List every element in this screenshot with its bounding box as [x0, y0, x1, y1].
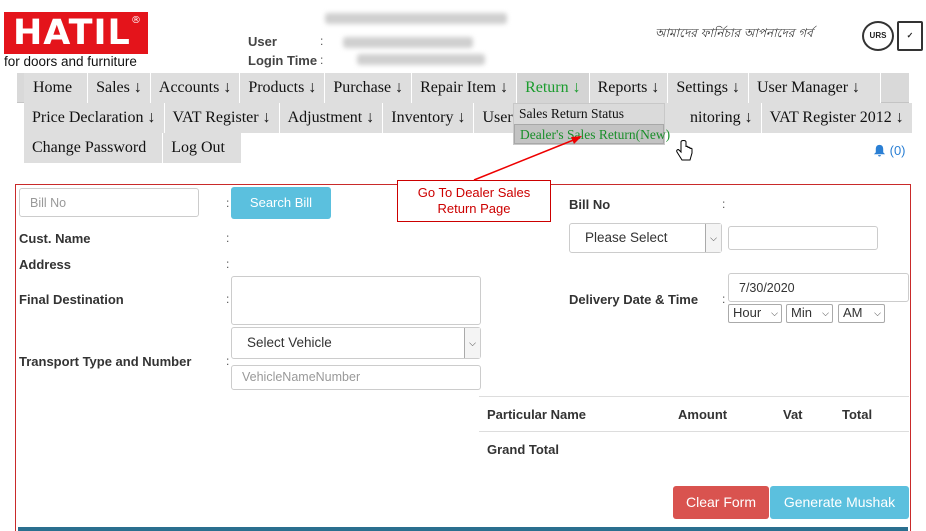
hour-select[interactable]: Hour ⌵: [728, 304, 782, 323]
chevron-down-icon: ⌵: [705, 224, 721, 252]
bottom-bar: [18, 527, 908, 531]
bill-no-right-label: Bill No: [569, 197, 611, 212]
user-colon: :: [320, 34, 324, 48]
callout-arrow: [473, 136, 582, 181]
final-destination-textarea[interactable]: [231, 276, 481, 325]
vehicle-select[interactable]: Select Vehicle ⌵: [231, 327, 481, 359]
urs-cert-icon: URS: [862, 21, 894, 51]
col-particular-name: Particular Name: [487, 407, 586, 422]
chevron-down-icon: ⌵: [874, 308, 881, 318]
col-total: Total: [842, 407, 873, 422]
table-header-divider: [479, 431, 909, 432]
cert-check: ✓: [906, 31, 914, 40]
menu-return[interactable]: Return ↓: [517, 73, 590, 103]
user-info: User: Login Time:: [248, 32, 323, 70]
menu-change-password[interactable]: Change Password: [24, 133, 164, 163]
col-vat: Vat: [783, 407, 803, 422]
bengali-tagline: আমাদের ফার্নিচার আপনাদের গর্ব: [655, 26, 813, 40]
menu-sales[interactable]: Sales ↓: [88, 73, 151, 103]
please-select-value: Please Select: [585, 230, 668, 245]
chevron-down-icon: ⌵: [771, 308, 778, 318]
bill-no-right-input[interactable]: [728, 226, 878, 250]
grand-total-label: Grand Total: [487, 442, 559, 457]
login-colon: :: [320, 53, 324, 67]
vehicle-select-value: Select Vehicle: [247, 335, 332, 350]
menu-repair-item[interactable]: Repair Item ↓: [412, 73, 518, 103]
menu-home[interactable]: Home: [24, 73, 89, 103]
menu-monitoring[interactable]: nitoring ↓: [665, 103, 762, 133]
notification-bell[interactable]: (0): [873, 143, 906, 158]
cust-name-label: Cust. Name: [19, 231, 91, 246]
menu-user-manager[interactable]: User Manager ↓: [748, 73, 882, 103]
colon-final-destination: :: [226, 292, 230, 306]
generate-mushak-button[interactable]: Generate Mushak: [770, 486, 909, 519]
ampm-select[interactable]: AM ⌵: [838, 304, 885, 323]
login-time-redacted: [357, 54, 485, 65]
menu-log-out[interactable]: Log Out: [163, 133, 242, 163]
logo-tagline: for doors and furniture: [4, 54, 137, 69]
hand-cursor-icon: [676, 140, 693, 161]
annotation-callout: Go To Dealer Sales Return Page: [397, 180, 551, 222]
address-label: Address: [19, 257, 72, 272]
colon-bill-no: :: [226, 196, 230, 210]
minute-select[interactable]: Min ⌵: [786, 304, 833, 323]
menu-row-2-right: nitoring ↓ VAT Register 2012 ↓: [665, 103, 913, 133]
transport-label: Transport Type and Number: [19, 354, 192, 369]
bell-icon: [873, 144, 886, 157]
dropdown-sales-return-status[interactable]: Sales Return Status: [514, 104, 664, 124]
delivery-date-time-label: Delivery Date & Time: [569, 292, 699, 307]
menu-row-1: Home Sales ↓ Accounts ↓ Products ↓ Purch…: [24, 73, 882, 103]
delivery-date-input[interactable]: 7/30/2020: [728, 273, 909, 302]
colon-address: :: [226, 257, 230, 271]
colon-delivery: :: [722, 292, 726, 306]
col-amount: Amount: [678, 407, 728, 422]
ampm-value: AM: [843, 305, 863, 320]
menu-row-3: Change Password Log Out: [24, 133, 242, 163]
menu-inventory[interactable]: Inventory ↓: [383, 103, 475, 133]
search-bill-button[interactable]: Search Bill: [231, 187, 331, 219]
cert-label: URS: [869, 31, 887, 40]
minute-value: Min: [791, 305, 812, 320]
hatil-logo: HATIL ® for doors and furniture: [4, 12, 150, 69]
menu-price-declaration[interactable]: Price Declaration ↓: [24, 103, 165, 133]
ukas-cert-icon: ✓: [897, 21, 923, 51]
logo-registered-mark: ®: [131, 15, 142, 26]
menu-settings[interactable]: Settings ↓: [668, 73, 749, 103]
menu-row-2: Price Declaration ↓ VAT Register ↓ Adjus…: [24, 103, 517, 133]
chevron-down-icon: ⌵: [464, 328, 480, 358]
clear-form-button[interactable]: Clear Form: [673, 486, 769, 519]
logo-brand: HATIL: [13, 13, 131, 53]
logo-box: HATIL ®: [4, 12, 148, 54]
menu-reports[interactable]: Reports ↓: [589, 73, 669, 103]
colon-transport: :: [226, 354, 230, 368]
chevron-down-icon: ⌵: [822, 308, 829, 318]
menu-vat-register[interactable]: VAT Register ↓: [164, 103, 280, 133]
login-time-label: Login Time: [248, 53, 318, 68]
vehicle-name-number-input[interactable]: VehicleNameNumber: [231, 365, 481, 390]
final-destination-label: Final Destination: [19, 292, 124, 307]
table-top-divider: [479, 396, 909, 397]
company-name-redacted: [325, 13, 507, 24]
colon-bill-no-right: :: [722, 197, 726, 211]
menu-purchase[interactable]: Purchase ↓: [325, 73, 413, 103]
user-label: User: [248, 34, 277, 49]
menu-vat-register-2012[interactable]: VAT Register 2012 ↓: [761, 103, 913, 133]
colon-cust-name: :: [226, 231, 230, 245]
user-name-redacted: [343, 37, 473, 48]
bill-no-input[interactable]: Bill No: [19, 188, 199, 217]
please-select-dropdown[interactable]: Please Select ⌵: [569, 223, 722, 253]
menu-products[interactable]: Products ↓: [240, 73, 326, 103]
hour-value: Hour: [733, 305, 762, 320]
notification-count: (0): [889, 143, 906, 158]
menu-accounts[interactable]: Accounts ↓: [150, 73, 241, 103]
menu-user-partial[interactable]: User': [474, 103, 517, 133]
menu-adjustment[interactable]: Adjustment ↓: [279, 103, 384, 133]
